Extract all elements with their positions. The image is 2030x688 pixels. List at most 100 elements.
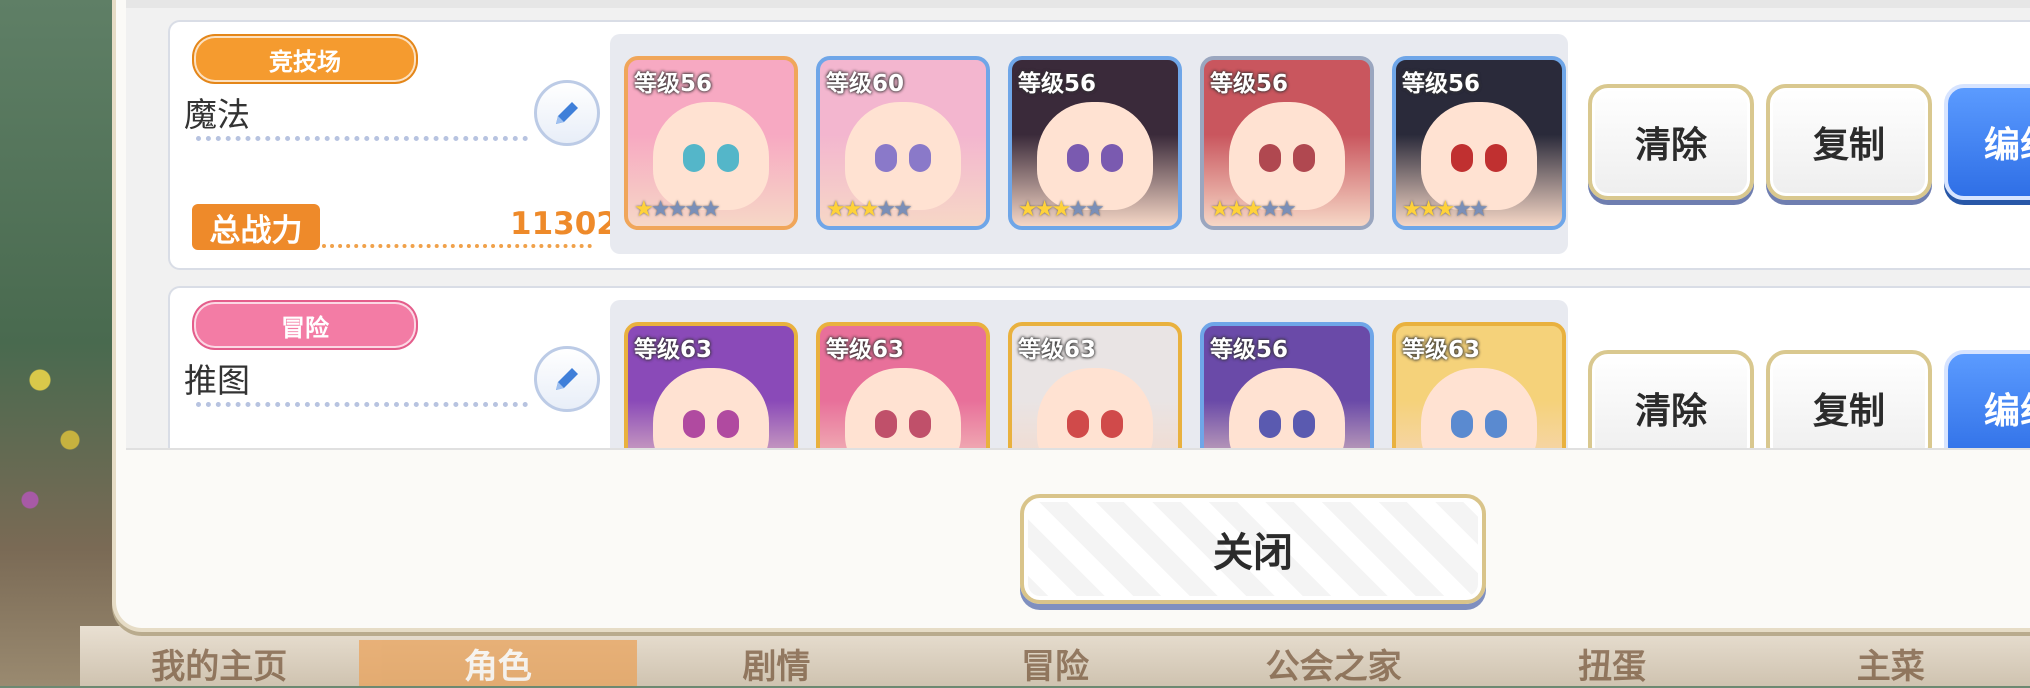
nav-tab-adventure[interactable]: 冒险 [916, 640, 1195, 687]
nav-tab-gacha[interactable]: 扭蛋 [1473, 640, 1752, 687]
rarity-stars: ★★★★★ [1402, 197, 1489, 222]
rarity-stars: ★★★★★ [1018, 197, 1105, 222]
star-icon: ★ [859, 197, 879, 222]
team-list[interactable]: 竞技场 魔法 总战力 11302 等级56 ★★★★★ 等级60 ★★★★★ 等级56 ★… [126, 0, 2030, 450]
character-eye [909, 410, 931, 438]
copy-button[interactable]: 复制 [1766, 350, 1932, 448]
character-eye [1101, 410, 1123, 438]
star-icon: ★ [1226, 197, 1247, 222]
character-eye [1067, 410, 1089, 438]
character-eye [875, 144, 897, 172]
team-mode-badge: 竞技场 [194, 36, 416, 82]
nav-tab-guild-house[interactable]: 公会之家 [1194, 640, 1473, 687]
rename-team-button[interactable] [534, 346, 600, 412]
character-eye [1451, 144, 1473, 172]
character-eye [1259, 410, 1281, 438]
character-eye [1485, 410, 1507, 438]
star-icon: ★ [1276, 197, 1297, 222]
character-level: 等级56 [1210, 71, 1289, 97]
character-portrait[interactable]: 等级63 [816, 322, 990, 448]
character-face [653, 102, 769, 210]
rarity-stars: ★★★★★ [634, 197, 721, 222]
character-level: 等级63 [826, 337, 905, 363]
star-icon: ★ [684, 197, 704, 222]
star-icon: ★ [892, 197, 913, 222]
character-portrait[interactable]: 等级56 [1200, 322, 1374, 448]
character-level: 等级56 [1210, 337, 1289, 363]
star-icon: ★ [650, 197, 671, 222]
team-name-underline [196, 136, 528, 141]
character-level: 等级60 [826, 71, 905, 97]
star-icon: ★ [1034, 197, 1055, 222]
team-card: 冒险 推图 等级63 等级63 等级63 等级56 等级63 清除 复制 编组 [168, 286, 2030, 448]
character-face [1229, 368, 1345, 448]
character-eye [683, 144, 705, 172]
character-face [1037, 102, 1153, 210]
star-icon: ★ [1468, 197, 1489, 222]
total-power-value: 11302 [510, 206, 618, 242]
star-icon: ★ [826, 197, 846, 222]
nav-tab-characters[interactable]: 角色 [358, 640, 638, 687]
character-eye [717, 144, 739, 172]
close-button[interactable]: 关闭 [1020, 494, 1486, 604]
rarity-stars: ★★★★★ [1210, 197, 1297, 222]
character-portrait[interactable]: 等级60 ★★★★★ [816, 56, 990, 230]
character-face [653, 368, 769, 448]
nav-tab-story[interactable]: 剧情 [637, 640, 916, 687]
character-eye [683, 410, 705, 438]
team-name-underline [196, 402, 528, 407]
character-portrait[interactable]: 等级56 ★★★★★ [624, 56, 798, 230]
rarity-stars: ★★★★★ [826, 197, 913, 222]
total-power-label: 总战力 [192, 204, 320, 250]
character-eye [1101, 144, 1123, 172]
nav-tab-menu[interactable]: 主菜 [1751, 640, 2030, 687]
nav-tab-home[interactable]: 我的主页 [80, 640, 359, 687]
character-eye [1293, 410, 1315, 438]
character-level: 等级56 [634, 71, 713, 97]
character-face [1037, 368, 1153, 448]
star-icon: ★ [1402, 197, 1422, 222]
clear-button[interactable]: 清除 [1588, 84, 1754, 200]
character-portrait[interactable]: 等级63 [624, 322, 798, 448]
character-portrait[interactable]: 等级63 [1008, 322, 1182, 448]
character-eye [909, 144, 931, 172]
main-nav-bar: 我的主页 角色 剧情 冒险 公会之家 扭蛋 主菜 [80, 626, 2030, 687]
character-face [1421, 102, 1537, 210]
character-slots: 等级63 等级63 等级63 等级56 等级63 [610, 300, 1568, 448]
star-icon: ★ [1260, 197, 1280, 222]
star-icon: ★ [1084, 197, 1105, 222]
star-icon: ★ [1452, 197, 1472, 222]
character-level: 等级63 [634, 337, 713, 363]
character-level: 等级63 [1018, 337, 1097, 363]
team-name: 推图 [184, 361, 250, 400]
character-portrait[interactable]: 等级63 [1392, 322, 1566, 448]
star-icon: ★ [876, 197, 896, 222]
character-portrait[interactable]: 等级56 ★★★★★ [1392, 56, 1566, 230]
total-power-underline [322, 244, 592, 248]
star-icon: ★ [842, 197, 863, 222]
character-slots: 等级56 ★★★★★ 等级60 ★★★★★ 等级56 ★★★★★ 等级56 ★★★★★ 等级56… [610, 34, 1568, 254]
character-level: 等级56 [1402, 71, 1481, 97]
star-icon: ★ [1418, 197, 1439, 222]
character-face [845, 102, 961, 210]
character-portrait[interactable]: 等级56 ★★★★★ [1008, 56, 1182, 230]
character-portrait[interactable]: 等级56 ★★★★★ [1200, 56, 1374, 230]
clear-button[interactable]: 清除 [1588, 350, 1754, 448]
copy-button[interactable]: 复制 [1766, 84, 1932, 200]
rename-team-button[interactable] [534, 80, 600, 146]
character-face [1421, 368, 1537, 448]
team-mode-badge: 冒险 [194, 302, 416, 348]
character-level: 等级56 [1018, 71, 1097, 97]
star-icon: ★ [1435, 197, 1455, 222]
character-eye [1293, 144, 1315, 172]
background-scenery [0, 0, 120, 686]
edit-team-button[interactable]: 编组 [1944, 350, 2030, 448]
pencil-icon [556, 102, 578, 124]
team-list-dialog: 竞技场 魔法 总战力 11302 等级56 ★★★★★ 等级60 ★★★★★ 等级56 ★… [112, 0, 2030, 632]
character-face [845, 368, 961, 448]
character-eye [875, 410, 897, 438]
character-face [1229, 102, 1345, 210]
star-icon: ★ [1018, 197, 1038, 222]
edit-team-button[interactable]: 编组 [1944, 84, 2030, 200]
star-icon: ★ [634, 197, 654, 222]
